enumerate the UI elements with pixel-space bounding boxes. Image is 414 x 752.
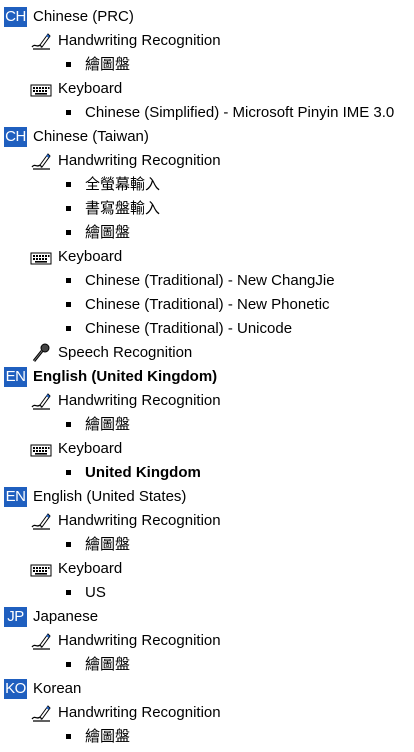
language-code-badge: JP [4,607,27,628]
handwriting-pen-icon [30,391,52,411]
service-label: Handwriting Recognition [58,704,221,722]
keyboard-icon [30,439,52,459]
language-name: Chinese (Taiwan) [33,128,149,146]
service-keyboard[interactable]: Keyboard [0,78,414,102]
bullet-icon [66,109,71,115]
keyboard-icon [30,247,52,267]
service-label: Handwriting Recognition [58,392,221,410]
bullet-icon [66,61,71,67]
service-item-label: United Kingdom [85,464,201,482]
language-name: English (United States) [33,488,187,506]
language-chinese-prc[interactable]: CH Chinese (PRC) [0,6,414,30]
bullet-icon [66,469,71,475]
service-label: Speech Recognition [58,344,193,362]
service-handwriting[interactable]: Handwriting Recognition [0,630,414,654]
service-item[interactable]: 繪圖盤 [0,54,414,78]
service-label: Handwriting Recognition [58,32,221,50]
service-item[interactable]: 繪圖盤 [0,534,414,558]
handwriting-pen-icon [30,151,52,171]
service-handwriting[interactable]: Handwriting Recognition [0,30,414,54]
bullet-icon [66,589,71,595]
service-label: Handwriting Recognition [58,152,221,170]
service-label: Keyboard [58,560,123,578]
service-item-label: Chinese (Traditional) - New ChangJie [85,272,335,290]
service-label: Keyboard [58,80,123,98]
service-keyboard[interactable]: Keyboard [0,558,414,582]
service-label: Keyboard [58,440,123,458]
service-item[interactable]: 繪圖盤 [0,414,414,438]
service-item-label: Chinese (Traditional) - New Phonetic [85,296,330,314]
service-item[interactable]: United Kingdom [0,462,414,486]
service-item[interactable]: 繪圖盤 [0,726,414,750]
bullet-icon [66,541,71,547]
language-korean[interactable]: KO Korean [0,678,414,702]
language-code-badge: EN [4,487,27,508]
language-chinese-taiwan[interactable]: CH Chinese (Taiwan) [0,126,414,150]
language-english-united-kingdom[interactable]: EN English (United Kingdom) [0,366,414,390]
bullet-icon [66,733,71,739]
service-label: Handwriting Recognition [58,512,221,530]
service-label: Handwriting Recognition [58,632,221,650]
language-code-badge: KO [4,679,27,700]
language-code-badge: EN [4,367,27,388]
bullet-icon [66,205,71,211]
service-keyboard[interactable]: Keyboard [0,438,414,462]
service-item-label: 繪圖盤 [85,536,131,554]
language-name: English (United Kingdom) [33,368,218,386]
service-item[interactable]: 書寫盤輸入 [0,198,414,222]
service-item-label: Chinese (Traditional) - Unicode [85,320,293,338]
service-handwriting[interactable]: Handwriting Recognition [0,702,414,726]
handwriting-pen-icon [30,703,52,723]
service-item[interactable]: 繪圖盤 [0,222,414,246]
bullet-icon [66,181,71,187]
language-english-united-states[interactable]: EN English (United States) [0,486,414,510]
service-handwriting[interactable]: Handwriting Recognition [0,390,414,414]
service-item-label: 繪圖盤 [85,56,131,74]
service-item[interactable]: 繪圖盤 [0,654,414,678]
bullet-icon [66,325,71,331]
service-item-label: 繪圖盤 [85,728,131,746]
service-item[interactable]: Chinese (Traditional) - New Phonetic [0,294,414,318]
service-item[interactable]: US [0,582,414,606]
microphone-icon [30,343,52,363]
handwriting-pen-icon [30,631,52,651]
language-japanese[interactable]: JP Japanese [0,606,414,630]
language-code-badge: CH [4,127,27,148]
service-handwriting[interactable]: Handwriting Recognition [0,150,414,174]
bullet-icon [66,301,71,307]
service-item-label: 繪圖盤 [85,656,131,674]
service-keyboard[interactable]: Keyboard [0,246,414,270]
language-name: Korean [33,680,82,698]
service-item-label: Chinese (Simplified) - Microsoft Pinyin … [85,104,395,122]
service-item[interactable]: Chinese (Traditional) - Unicode [0,318,414,342]
service-item[interactable]: Chinese (Traditional) - New ChangJie [0,270,414,294]
service-item-label: 全螢幕輸入 [85,176,161,194]
service-item-label: 繪圖盤 [85,416,131,434]
handwriting-pen-icon [30,31,52,51]
service-handwriting[interactable]: Handwriting Recognition [0,510,414,534]
bullet-icon [66,229,71,235]
language-code-badge: CH [4,7,27,28]
service-speech[interactable]: Speech Recognition [0,342,414,366]
installed-services-tree: CH Chinese (PRC) Handwriting Recognition 繪圖… [0,0,414,750]
service-label: Keyboard [58,248,123,266]
bullet-icon [66,421,71,427]
keyboard-icon [30,559,52,579]
service-item-label: US [85,584,106,602]
service-item[interactable]: 全螢幕輸入 [0,174,414,198]
language-name: Japanese [33,608,99,626]
keyboard-icon [30,79,52,99]
handwriting-pen-icon [30,511,52,531]
bullet-icon [66,277,71,283]
language-name: Chinese (PRC) [33,8,134,26]
bullet-icon [66,661,71,667]
service-item-label: 書寫盤輸入 [85,200,161,218]
service-item[interactable]: Chinese (Simplified) - Microsoft Pinyin … [0,102,414,126]
service-item-label: 繪圖盤 [85,224,131,242]
